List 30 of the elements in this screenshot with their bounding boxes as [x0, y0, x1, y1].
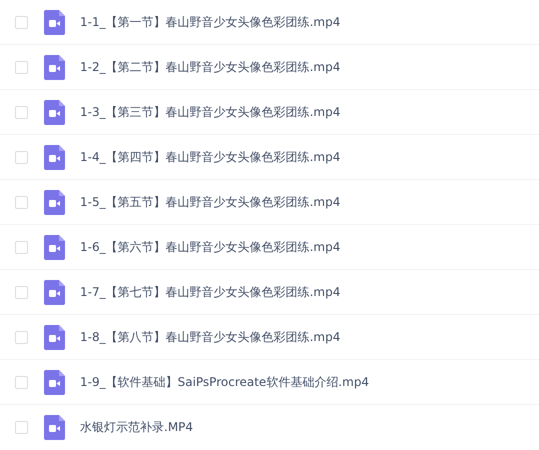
- checkbox[interactable]: [15, 286, 28, 298]
- checkbox[interactable]: [15, 16, 28, 28]
- video-file-icon: [44, 234, 65, 260]
- checkbox[interactable]: [15, 150, 28, 164]
- file-name[interactable]: 1-6_【第六节】春山野音少女头像色彩团练.mp4: [80, 238, 340, 256]
- file-name[interactable]: 1-2_【第二节】春山野音少女头像色彩团练.mp4: [80, 58, 340, 76]
- video-file-icon: [44, 190, 65, 214]
- video-file-icon: [44, 54, 65, 80]
- video-file-icon: [44, 144, 65, 170]
- file-name[interactable]: 1-9_【软件基础】SaiPsProcreate软件基础介绍.mp4: [80, 374, 370, 390]
- checkbox[interactable]: [15, 196, 28, 208]
- file-name[interactable]: 1-4_【第四节】春山野音少女头像色彩团练.mp4: [80, 148, 340, 166]
- video-file-icon: [44, 10, 65, 34]
- file-name[interactable]: 1-5_【第五节】春山野音少女头像色彩团练.mp4: [80, 194, 340, 210]
- video-file-icon: [44, 100, 65, 124]
- file-name[interactable]: 1-8_【第八节】春山野音少女头像色彩团练.mp4: [80, 328, 340, 346]
- checkbox[interactable]: [15, 421, 28, 434]
- file-name[interactable]: 1-7_【第七节】春山野音少女头像色彩团练.mp4: [80, 284, 340, 300]
- file-name[interactable]: 1-3_【第三节】春山野音少女头像色彩团练.mp4: [80, 104, 340, 120]
- file-name[interactable]: 水银灯示范补录.MP4: [80, 419, 194, 436]
- checkbox[interactable]: [15, 106, 28, 118]
- file-name[interactable]: 1-1_【第一节】春山野音少女头像色彩团练.mp4: [80, 14, 340, 30]
- checkbox[interactable]: [15, 376, 28, 388]
- video-file-icon: [44, 280, 65, 304]
- video-file-icon: [44, 370, 65, 394]
- checkbox[interactable]: [15, 240, 28, 254]
- video-file-icon: [44, 415, 65, 440]
- video-file-icon: [44, 324, 65, 350]
- checkbox[interactable]: [15, 330, 28, 344]
- checkbox[interactable]: [15, 60, 28, 74]
